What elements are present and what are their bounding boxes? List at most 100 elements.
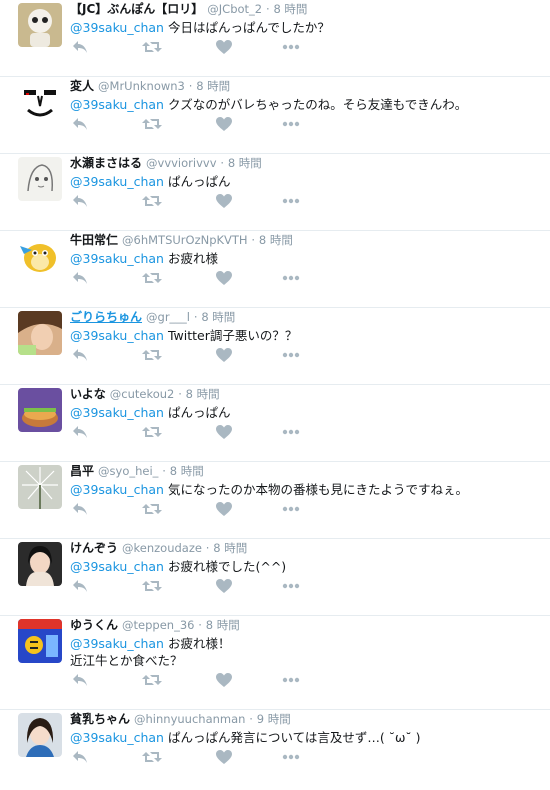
reply-icon[interactable] [72, 750, 92, 768]
tweet-time[interactable]: 9 時間 [257, 712, 291, 726]
tweet-item[interactable]: 牛田常仁 @6hMTSUrOzNpKVTH · 8 時間 @39saku_chan… [0, 231, 550, 308]
display-name[interactable]: 水瀬まさはる [70, 156, 142, 170]
retweet-icon[interactable] [142, 348, 162, 366]
retweet-icon[interactable] [142, 194, 162, 212]
reply-icon[interactable] [72, 425, 92, 443]
mention-link[interactable]: @39saku_chan [70, 174, 164, 189]
person-avatar[interactable] [18, 542, 62, 586]
like-icon[interactable] [216, 194, 236, 212]
retweet-icon[interactable] [142, 425, 162, 443]
mention-link[interactable]: @39saku_chan [70, 328, 164, 343]
girl-avatar[interactable] [18, 713, 62, 757]
reply-icon[interactable] [72, 194, 92, 212]
more-options-icon[interactable] [282, 117, 302, 135]
tweet-time[interactable]: 8 時間 [213, 541, 247, 555]
tweet-item[interactable]: ごりらちゅん @gr___l · 8 時間 @39saku_chan Twitter… [0, 308, 550, 385]
reply-icon[interactable] [72, 502, 92, 520]
like-icon[interactable] [216, 117, 236, 135]
user-handle[interactable]: @JCbot_2 [207, 2, 262, 16]
retweet-icon[interactable] [142, 579, 162, 597]
like-icon[interactable] [216, 502, 236, 520]
mention-link[interactable]: @39saku_chan [70, 636, 164, 651]
mention-link[interactable]: @39saku_chan [70, 730, 164, 745]
tweet-item[interactable]: 水瀬まさはる @vvviorivvv · 8 時間 @39saku_chan ぱんっ… [0, 154, 550, 231]
more-options-icon[interactable] [282, 750, 302, 768]
more-options-icon[interactable] [282, 40, 302, 58]
display-name[interactable]: 牛田常仁 [70, 233, 118, 247]
more-options-icon[interactable] [282, 673, 302, 691]
tweet-item[interactable]: 変人 @MrUnknown3 · 8 時間 @39saku_chan クズなのがバレ… [0, 77, 550, 154]
tweet-time[interactable]: 8 時間 [186, 387, 220, 401]
mention-link[interactable]: @39saku_chan [70, 97, 164, 112]
like-icon[interactable] [216, 673, 236, 691]
display-name[interactable]: ごりらちゅん [70, 310, 142, 324]
tweet-time[interactable]: 8 時間 [201, 310, 235, 324]
reply-icon[interactable] [72, 271, 92, 289]
tweet-time[interactable]: 8 時間 [273, 2, 307, 16]
more-options-icon[interactable] [282, 579, 302, 597]
retweet-icon[interactable] [142, 673, 162, 691]
reply-icon[interactable] [72, 579, 92, 597]
photo-avatar[interactable] [18, 311, 62, 355]
user-handle[interactable]: @kenzoudaze [122, 541, 202, 555]
mention-link[interactable]: @39saku_chan [70, 482, 164, 497]
user-handle[interactable]: @syo_hei_ [98, 464, 158, 478]
user-handle[interactable]: @gr___l [146, 310, 190, 324]
like-icon[interactable] [216, 271, 236, 289]
retweet-icon[interactable] [142, 271, 162, 289]
like-icon[interactable] [216, 579, 236, 597]
tweet-item[interactable]: いよな @cutekou2 · 8 時間 @39saku_chan ぱんっぱん [0, 385, 550, 462]
like-icon[interactable] [216, 425, 236, 443]
retweet-icon[interactable] [142, 40, 162, 58]
anime-sketch-avatar[interactable] [18, 157, 62, 201]
retweet-icon[interactable] [142, 502, 162, 520]
mention-link[interactable]: @39saku_chan [70, 20, 164, 35]
more-options-icon[interactable] [282, 194, 302, 212]
like-icon[interactable] [216, 750, 236, 768]
more-options-icon[interactable] [282, 425, 302, 443]
mention-link[interactable]: @39saku_chan [70, 251, 164, 266]
tweet-item[interactable]: 昌平 @syo_hei_ · 8 時間 @39saku_chan 気になったのか本物… [0, 462, 550, 539]
mention-link[interactable]: @39saku_chan [70, 559, 164, 574]
tweet-time[interactable]: 8 時間 [259, 233, 293, 247]
tweet-item[interactable]: ゆうくん @teppen_36 · 8 時間 @39saku_chan お疲れ様！ 近… [0, 616, 550, 710]
face-sketch-avatar[interactable] [18, 80, 62, 124]
food-avatar[interactable] [18, 388, 62, 432]
tweet-item[interactable]: けんぞう @kenzoudaze · 8 時間 @39saku_chan お疲れ様で… [0, 539, 550, 616]
more-options-icon[interactable] [282, 502, 302, 520]
tweet-item[interactable]: 貧乳ちゃん @hinnyuuchanman · 9 時間 @39saku_chan… [0, 710, 550, 790]
user-handle[interactable]: @MrUnknown3 [98, 79, 185, 93]
user-handle[interactable]: @6hMTSUrOzNpKVTH [122, 233, 248, 247]
tweet-item[interactable]: 【JC】ぶんぽん【ロリ】 @JCbot_2 · 8 時間 @39saku_chan… [0, 0, 550, 77]
user-handle[interactable]: @hinnyuuchanman [134, 712, 245, 726]
reply-icon[interactable] [72, 117, 92, 135]
reply-icon[interactable] [72, 40, 92, 58]
mention-link[interactable]: @39saku_chan [70, 405, 164, 420]
display-name[interactable]: いよな [70, 387, 106, 401]
retweet-icon[interactable] [142, 117, 162, 135]
user-handle[interactable]: @teppen_36 [122, 618, 194, 632]
display-name[interactable]: 【JC】ぶんぽん【ロリ】 [70, 2, 203, 16]
display-name[interactable]: けんぞう [70, 541, 118, 555]
more-options-icon[interactable] [282, 348, 302, 366]
user-handle[interactable]: @vvviorivvv [146, 156, 217, 170]
more-options-icon[interactable] [282, 271, 302, 289]
like-icon[interactable] [216, 348, 236, 366]
tweet-time[interactable]: 8 時間 [228, 156, 262, 170]
game-avatar[interactable] [18, 619, 62, 663]
tweet-time[interactable]: 8 時間 [196, 79, 230, 93]
display-name[interactable]: ゆうくん [70, 618, 118, 632]
reply-icon[interactable] [72, 673, 92, 691]
retweet-icon[interactable] [142, 750, 162, 768]
tweet-time[interactable]: 8 時間 [206, 618, 240, 632]
display-name[interactable]: 貧乳ちゃん [70, 712, 130, 726]
tweet-time[interactable]: 8 時間 [170, 464, 204, 478]
reply-icon[interactable] [72, 348, 92, 366]
flower-avatar[interactable] [18, 465, 62, 509]
like-icon[interactable] [216, 40, 236, 58]
robot-avatar[interactable] [18, 3, 62, 47]
bird-character-avatar[interactable] [18, 234, 62, 278]
user-handle[interactable]: @cutekou2 [110, 387, 175, 401]
display-name[interactable]: 変人 [70, 79, 94, 93]
display-name[interactable]: 昌平 [70, 464, 94, 478]
